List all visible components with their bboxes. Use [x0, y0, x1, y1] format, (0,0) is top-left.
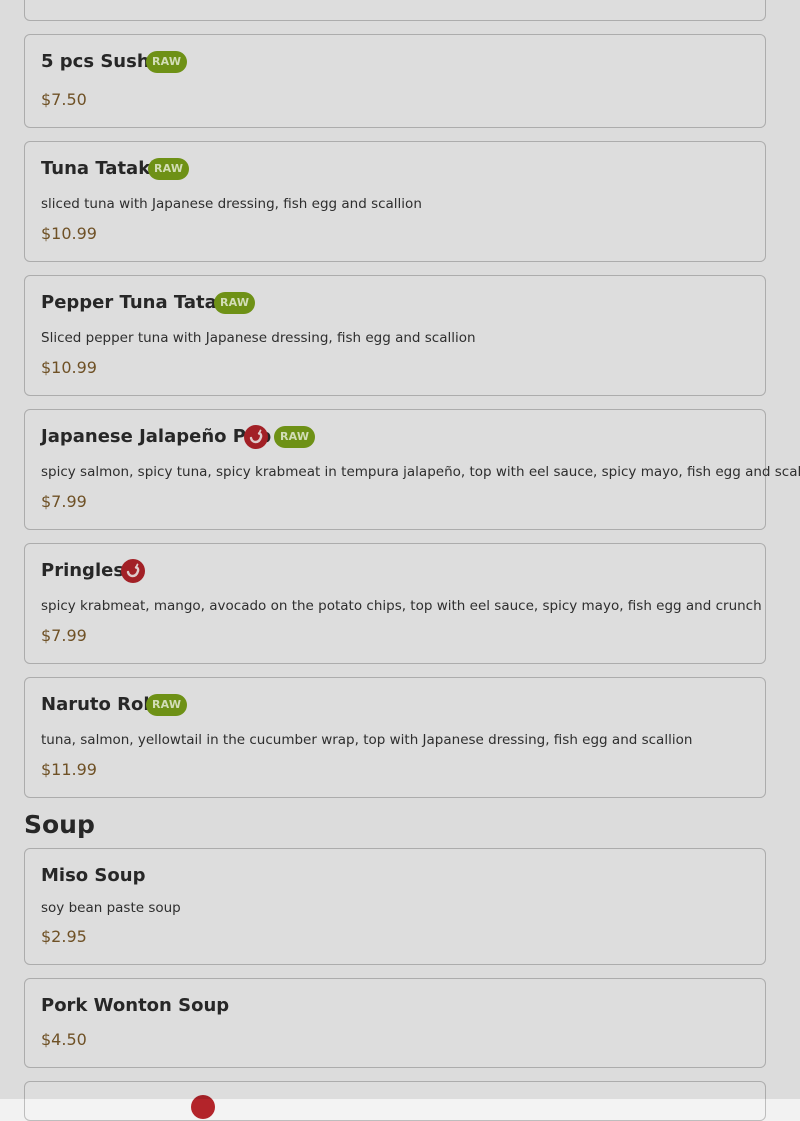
- item-name: Tuna Tataki: [41, 158, 157, 179]
- item-price: $10.99: [41, 224, 97, 243]
- item-price: $4.50: [41, 1030, 87, 1049]
- menu-item-card[interactable]: Tuna Tataki RAW sliced tuna with Japanes…: [24, 141, 766, 262]
- menu-item-card[interactable]: Pork Wonton Soup $4.50: [24, 978, 766, 1068]
- item-name: Pringles: [41, 560, 125, 581]
- raw-badge: RAW: [146, 694, 188, 716]
- item-price: $7.99: [41, 492, 87, 511]
- item-name: Japanese Jalapeño Pop: [41, 426, 272, 447]
- item-price: $7.50: [41, 90, 87, 109]
- raw-badge: RAW: [214, 292, 256, 314]
- item-name: 5 pcs Sushi: [41, 51, 156, 72]
- item-price: $2.95: [41, 927, 87, 946]
- menu-item-card[interactable]: 5 pcs Sushi RAW $7.50: [24, 34, 766, 128]
- item-name: Miso Soup: [41, 865, 146, 886]
- section-title-soup: Soup: [24, 810, 95, 839]
- item-badges: [121, 559, 145, 583]
- item-badges: RAW: [146, 51, 188, 73]
- item-description: Sliced pepper tuna with Japanese dressin…: [41, 330, 476, 346]
- item-price: $7.99: [41, 626, 87, 645]
- item-description: spicy krabmeat, mango, avocado on the po…: [41, 598, 762, 614]
- item-badges: RAW: [146, 694, 188, 716]
- item-name: Pork Wonton Soup: [41, 995, 230, 1016]
- item-description: tuna, salmon, yellowtail in the cucumber…: [41, 732, 693, 748]
- menu-item-card[interactable]: Pringles spicy krabmeat, mango, avocado …: [24, 543, 766, 664]
- raw-badge: RAW: [146, 51, 188, 73]
- chili-pepper-icon: [121, 559, 145, 583]
- item-badges: RAW: [148, 158, 190, 180]
- item-price: $11.99: [41, 760, 97, 779]
- item-name: Pepper Tuna Tataki: [41, 292, 235, 313]
- item-price: $10.99: [41, 358, 97, 377]
- menu-item-card-partial[interactable]: [24, 0, 766, 21]
- menu-item-card-partial[interactable]: [24, 1081, 766, 1121]
- item-badges: RAW: [244, 425, 316, 449]
- item-name: Naruto Roll: [41, 694, 156, 715]
- menu-item-card[interactable]: Naruto Roll RAW tuna, salmon, yellowtail…: [24, 677, 766, 798]
- raw-badge: RAW: [274, 426, 316, 448]
- item-description: soy bean paste soup: [41, 900, 181, 916]
- menu-page: 5 pcs Sushi RAW $7.50 Tuna Tataki RAW sl…: [0, 0, 800, 1121]
- item-description: sliced tuna with Japanese dressing, fish…: [41, 196, 422, 212]
- menu-item-card[interactable]: Japanese Jalapeño Pop RAW spicy salmon, …: [24, 409, 800, 530]
- menu-item-card[interactable]: Miso Soup soy bean paste soup $2.95: [24, 848, 766, 965]
- chili-pepper-icon: [244, 425, 268, 449]
- raw-badge: RAW: [148, 158, 190, 180]
- menu-item-card[interactable]: Pepper Tuna Tataki RAW Sliced pepper tun…: [24, 275, 766, 396]
- item-description: spicy salmon, spicy tuna, spicy krabmeat…: [41, 464, 800, 480]
- item-badges: RAW: [214, 292, 256, 314]
